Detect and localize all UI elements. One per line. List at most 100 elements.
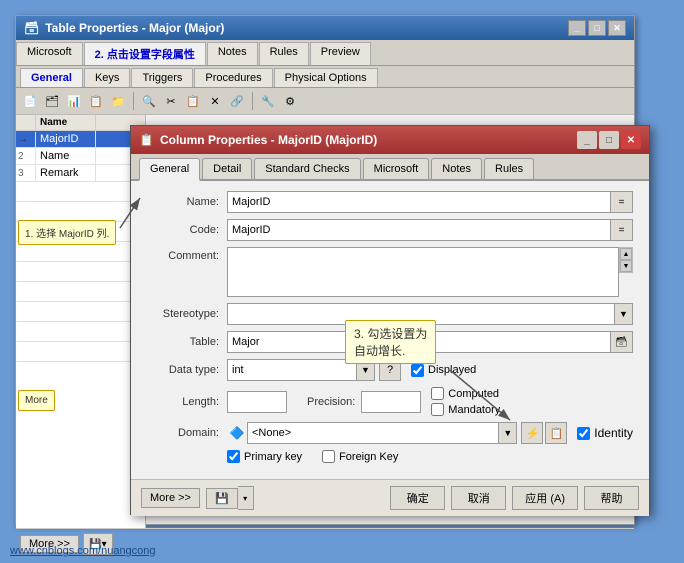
toolbar-btn-2[interactable]: 🗂: [42, 91, 62, 111]
col-arrow-header: [16, 115, 36, 130]
table-row[interactable]: 2 Name: [16, 148, 145, 165]
table-row: [16, 262, 145, 282]
main-close-button[interactable]: ✕: [621, 131, 641, 149]
toolbar-btn-4[interactable]: 📋: [86, 91, 106, 111]
foreign-key-checkbox[interactable]: [322, 450, 335, 463]
bg-subtab-physicaloptions[interactable]: Physical Options: [274, 68, 378, 87]
primary-key-checkbox[interactable]: [227, 450, 240, 463]
code-btn[interactable]: =: [611, 219, 633, 241]
toolbar-btn-1[interactable]: 📄: [20, 91, 40, 111]
main-title-icon: 📋: [139, 133, 154, 147]
bg-subtab-triggers[interactable]: Triggers: [131, 68, 193, 87]
cancel-button[interactable]: 取消: [451, 486, 506, 510]
bg-left-panel: Name → MajorID 2 Name 3 Remark: [16, 115, 146, 528]
scroll-up-btn[interactable]: ▲: [620, 248, 632, 260]
bg-tab-microsoft[interactable]: Microsoft: [16, 42, 83, 65]
table-row: [16, 302, 145, 322]
bg-minimize-button[interactable]: _: [568, 20, 586, 36]
toolbar-btn-11[interactable]: 🔧: [258, 91, 278, 111]
computed-label: Computed: [448, 388, 499, 400]
bg-sub-tabs: General Keys Triggers Procedures Physica…: [16, 66, 634, 88]
main-titlebar: 📋 Column Properties - MajorID (MajorID) …: [131, 126, 649, 154]
table-label: Table:: [147, 336, 227, 348]
main-tab-notes[interactable]: Notes: [431, 158, 482, 179]
tooltip-text2: 自动增长.: [354, 344, 405, 358]
table-row[interactable]: 3 Remark: [16, 165, 145, 182]
domain-arrow[interactable]: ▼: [499, 422, 517, 444]
table-row[interactable]: → MajorID: [16, 131, 145, 148]
code-input[interactable]: [227, 219, 611, 241]
bg-title-buttons: _ □ ✕: [568, 20, 626, 36]
table-row: [16, 242, 145, 262]
toolbar-btn-7[interactable]: ✂: [161, 91, 181, 111]
identity-label: Identity: [594, 426, 633, 440]
toolbar-btn-3[interactable]: 📊: [64, 91, 84, 111]
bg-title-text: Table Properties - Major (Major): [45, 21, 224, 35]
toolbar-btn-8[interactable]: 📋: [183, 91, 203, 111]
footer-more-button[interactable]: More >>: [141, 488, 200, 508]
footer-disk-group: 💾 ▾: [206, 486, 254, 510]
main-minimize-button[interactable]: _: [577, 131, 597, 149]
domain-input[interactable]: [247, 422, 499, 444]
length-input[interactable]: [227, 391, 287, 413]
domain-btn-2[interactable]: 📋: [545, 422, 567, 444]
main-maximize-button[interactable]: □: [599, 131, 619, 149]
ok-button[interactable]: 确定: [390, 486, 445, 510]
precision-input[interactable]: [361, 391, 421, 413]
bg-subtab-keys[interactable]: Keys: [84, 68, 130, 87]
name-row: Name: =: [147, 191, 633, 213]
code-row: Code: =: [147, 219, 633, 241]
footer-save-arrow[interactable]: ▾: [238, 486, 254, 510]
displayed-checkbox-group: Displayed: [411, 364, 476, 377]
main-tab-detail[interactable]: Detail: [202, 158, 252, 179]
toolbar-btn-9[interactable]: ✕: [205, 91, 225, 111]
footer-save-button[interactable]: 💾: [206, 488, 238, 509]
tooltip-text: 3. 勾选设置为: [354, 327, 427, 341]
bg-tab-notes[interactable]: Notes: [207, 42, 258, 65]
help-button[interactable]: 帮助: [584, 486, 639, 510]
primary-key-group: Primary key: [227, 450, 302, 463]
main-tab-rules[interactable]: Rules: [484, 158, 534, 179]
main-tab-microsoft[interactable]: Microsoft: [363, 158, 430, 179]
main-tab-standardchecks[interactable]: Standard Checks: [254, 158, 360, 179]
comment-scrollbar: ▲ ▼: [619, 247, 633, 273]
toolbar-btn-10[interactable]: 🔗: [227, 91, 247, 111]
bg-maximize-button[interactable]: □: [588, 20, 606, 36]
row-name-cell: MajorID: [36, 131, 96, 147]
bg-subtab-procedures[interactable]: Procedures: [194, 68, 272, 87]
table-btn[interactable]: 🗃: [611, 331, 633, 353]
main-title-buttons: _ □ ✕: [577, 131, 641, 149]
scroll-down-btn[interactable]: ▼: [620, 260, 632, 272]
name-btn[interactable]: =: [611, 191, 633, 213]
annotation-select-majorid: 1. 选择 MajorID 列.: [18, 220, 116, 245]
toolbar-btn-6[interactable]: 🔍: [139, 91, 159, 111]
col-name-header: Name: [36, 115, 96, 130]
displayed-checkbox[interactable]: [411, 364, 424, 377]
bg-tab-rules[interactable]: Rules: [259, 42, 309, 65]
bg-title-icon: 🗃: [24, 21, 39, 35]
datatype-input[interactable]: [227, 359, 357, 381]
bg-subtab-general[interactable]: General: [20, 68, 83, 87]
apply-button[interactable]: 应用 (A): [512, 486, 578, 510]
bg-close-button[interactable]: ✕: [608, 20, 626, 36]
table-row: [16, 202, 145, 222]
domain-btn-1[interactable]: ⚡: [521, 422, 543, 444]
displayed-label: Displayed: [428, 364, 476, 376]
bg-tab-preview[interactable]: Preview: [310, 42, 371, 65]
name-input[interactable]: [227, 191, 611, 213]
stereotype-arrow[interactable]: ▼: [615, 303, 633, 325]
comment-label: Comment:: [147, 250, 227, 262]
comment-textarea[interactable]: [227, 247, 619, 297]
identity-checkbox[interactable]: [577, 427, 590, 440]
toolbar-btn-12[interactable]: ⚙: [280, 91, 300, 111]
row-num: 2: [16, 149, 36, 164]
stereotype-label: Stereotype:: [147, 308, 227, 320]
toolbar-btn-5[interactable]: 📁: [108, 91, 128, 111]
main-title-text: Column Properties - MajorID (MajorID): [160, 133, 377, 147]
watermark: www.cnblogs.com/nuangcong: [10, 545, 156, 557]
computed-checkbox[interactable]: [431, 387, 444, 400]
bg-tab-fieldprops[interactable]: 2. 点击设置字段属性: [84, 42, 206, 65]
mandatory-checkbox[interactable]: [431, 403, 444, 416]
row-name-cell: Name: [36, 148, 96, 164]
main-tab-general[interactable]: General: [139, 158, 200, 181]
